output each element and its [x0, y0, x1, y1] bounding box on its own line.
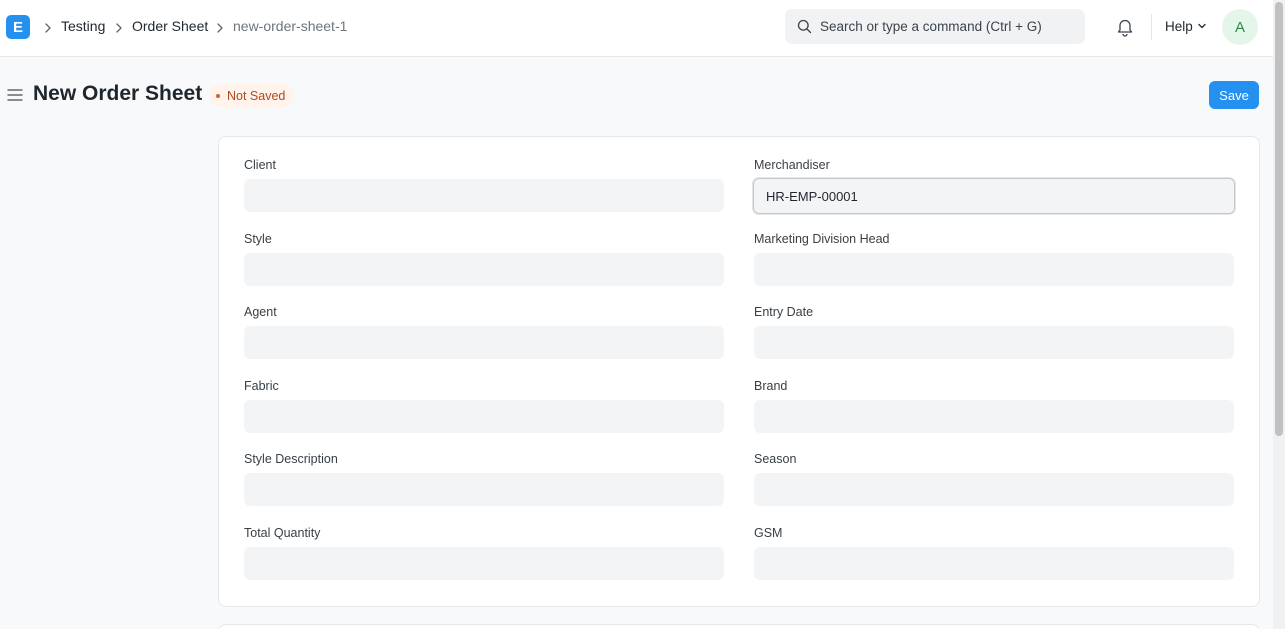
total-quantity-label: Total Quantity	[244, 526, 321, 540]
help-label: Help	[1165, 19, 1193, 34]
menu-icon[interactable]	[7, 88, 23, 102]
marketing-division-head-input[interactable]	[754, 253, 1234, 286]
gsm-input[interactable]	[754, 547, 1234, 580]
gsm-label: GSM	[754, 526, 783, 540]
chevron-right-icon	[114, 19, 124, 37]
scrollbar-thumb[interactable]	[1275, 2, 1283, 436]
breadcrumb-testing[interactable]: Testing	[61, 18, 105, 34]
breadcrumb-order-sheet[interactable]: Order Sheet	[132, 18, 208, 34]
help-dropdown[interactable]: Help	[1165, 19, 1207, 34]
save-button[interactable]: Save	[1209, 81, 1259, 109]
style-label: Style	[244, 232, 272, 246]
page-title: New Order Sheet	[33, 82, 203, 105]
status-badge: Not Saved	[209, 84, 295, 107]
brand-label: Brand	[754, 379, 788, 393]
status-text: Not Saved	[227, 88, 286, 103]
chevron-right-icon	[215, 19, 225, 37]
bell-icon[interactable]	[1116, 17, 1134, 37]
agent-input[interactable]	[244, 326, 724, 359]
app-logo[interactable]: E	[6, 15, 30, 39]
search-icon	[797, 19, 812, 34]
marketing-division-head-label: Marketing Division Head	[754, 232, 890, 246]
merchandiser-input[interactable]: HR-EMP-00001	[753, 178, 1235, 214]
breadcrumb-current: new-order-sheet-1	[233, 18, 348, 34]
navbar-divider	[1151, 14, 1152, 40]
agent-label: Agent	[244, 305, 277, 319]
total-quantity-input[interactable]	[244, 547, 724, 580]
client-label: Client	[244, 158, 276, 172]
chevron-down-icon	[1197, 19, 1207, 34]
entry-date-input[interactable]	[754, 326, 1234, 359]
client-input[interactable]	[244, 179, 724, 212]
season-label: Season	[754, 452, 797, 466]
next-section-card	[218, 624, 1260, 629]
merchandiser-label: Merchandiser	[754, 158, 830, 172]
avatar[interactable]: A	[1222, 9, 1258, 45]
brand-input[interactable]	[754, 400, 1234, 433]
navbar: E Testing Order Sheet new-order-sheet-1 …	[0, 0, 1273, 57]
entry-date-label: Entry Date	[754, 305, 814, 319]
style-description-label: Style Description	[244, 452, 338, 466]
status-dot	[216, 93, 220, 98]
chevron-right-icon	[43, 19, 53, 37]
season-input[interactable]	[754, 473, 1234, 506]
search-input[interactable]: Search or type a command (Ctrl + G)	[820, 19, 1042, 34]
fabric-label: Fabric	[244, 379, 279, 393]
fabric-input[interactable]	[244, 400, 724, 433]
style-input[interactable]	[244, 253, 724, 286]
style-description-input[interactable]	[244, 473, 724, 506]
form-card: Client Style Agent Fabric Style Descript…	[218, 136, 1260, 607]
search-bar[interactable]: Search or type a command (Ctrl + G)	[785, 9, 1085, 44]
